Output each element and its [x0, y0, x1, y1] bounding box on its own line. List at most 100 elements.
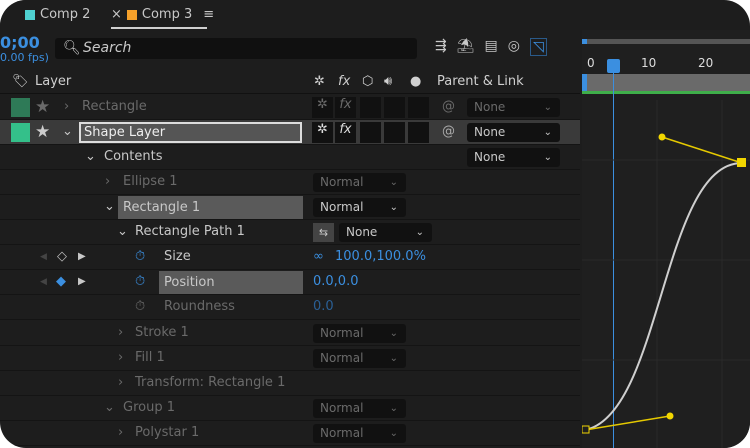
fps-readout: 0.00 fps): [0, 51, 49, 64]
roundness-row[interactable]: ⏱︎ Roundness 0.0: [0, 295, 580, 320]
fx-icon[interactable]: fx: [335, 97, 356, 118]
switch-cell[interactable]: [360, 122, 381, 143]
bezier-handle[interactable]: [666, 412, 674, 420]
chevron-down-icon[interactable]: ⌄: [62, 120, 73, 144]
menu-icon[interactable]: ≡: [203, 7, 214, 22]
close-icon[interactable]: ×: [111, 7, 122, 22]
blend-mode-dropdown[interactable]: Normal ⌄: [313, 424, 406, 443]
chevron-down-icon[interactable]: ⌄: [117, 220, 128, 244]
keyframe-diamond-icon[interactable]: ◇: [57, 245, 67, 269]
rectangle-path-row[interactable]: ⌄ Rectangle Path 1 ⇆ None ⌄: [0, 220, 580, 245]
parent-dropdown[interactable]: None ⌄: [467, 98, 560, 117]
chevron-right-icon[interactable]: ›: [105, 170, 110, 194]
fill-row[interactable]: › Fill 1 Normal ⌄: [0, 346, 580, 371]
chevron-down-icon: ⌄: [543, 102, 552, 113]
switch-cell[interactable]: [360, 97, 381, 118]
switch-cell[interactable]: [384, 97, 405, 118]
frame-blending-icon[interactable]: ▤: [485, 38, 498, 56]
shy-switch-icon[interactable]: ✲: [312, 122, 333, 143]
chevron-right-icon[interactable]: ›: [64, 95, 69, 119]
prev-keyframe-icon[interactable]: ◀: [40, 245, 47, 269]
tab-comp-2[interactable]: Comp 2: [25, 7, 90, 22]
next-keyframe-icon[interactable]: ▶: [78, 245, 86, 269]
chevron-down-icon[interactable]: ⌄: [85, 145, 96, 169]
dropdown-value: None: [474, 150, 506, 164]
path-dropdown[interactable]: None ⌄: [339, 223, 432, 242]
switch-cell[interactable]: [408, 122, 429, 143]
timeline-toolbar: ⇶ ⛱ ▤ ◎ ◹: [435, 38, 547, 56]
rectangle-1-row[interactable]: ⌄ Rectangle 1 Normal ⌄: [0, 195, 580, 220]
fx-icon[interactable]: fx: [335, 122, 356, 143]
ellipse-row[interactable]: › Ellipse 1 Normal ⌄: [0, 170, 580, 195]
chevron-right-icon[interactable]: ›: [118, 346, 123, 370]
keyframe-point[interactable]: [582, 425, 590, 434]
layer-name[interactable]: Rectangle: [82, 95, 147, 119]
label-color[interactable]: [11, 123, 30, 142]
blend-mode-dropdown[interactable]: Normal ⌄: [313, 324, 406, 343]
prop-label: Polystar 1: [135, 425, 200, 440]
stopwatch-icon[interactable]: ⏱︎: [135, 245, 145, 269]
stopwatch-icon[interactable]: ⏱︎: [135, 270, 145, 294]
shy-switch-icon[interactable]: ✲: [312, 97, 333, 118]
graph-editor[interactable]: 0 10 20: [582, 30, 750, 448]
pick-whip-icon[interactable]: @: [442, 95, 455, 119]
dropdown-value: None: [474, 100, 506, 114]
next-keyframe-icon[interactable]: ▶: [78, 270, 86, 294]
search-input[interactable]: 🔍︎ Search: [55, 38, 417, 59]
keyframe-point[interactable]: [737, 158, 746, 167]
bezier-handle[interactable]: [658, 133, 666, 141]
roundness-value[interactable]: 0.0: [313, 295, 334, 319]
star-icon[interactable]: ★: [35, 95, 50, 119]
tab-comp-3[interactable]: × Comp 3 ≡: [111, 7, 214, 22]
pick-whip-icon[interactable]: @: [442, 120, 455, 144]
contents-row[interactable]: ⌄ Contents None ⌄: [0, 145, 580, 170]
chevron-right-icon[interactable]: ›: [118, 321, 123, 345]
contents-label: Contents: [104, 149, 163, 164]
group-row[interactable]: ⌄ Group 1 Normal ⌄: [0, 396, 580, 421]
prop-label[interactable]: Position: [159, 271, 303, 294]
chevron-down-icon[interactable]: ⌄: [104, 396, 115, 420]
stopwatch-icon[interactable]: ⏱︎: [135, 295, 145, 319]
timecode[interactable]: 0;00: [0, 33, 40, 52]
polystar-row[interactable]: › Polystar 1 Normal ⌄: [0, 421, 580, 446]
dropdown-value: Normal: [320, 175, 364, 189]
link-icon[interactable]: ∞: [313, 245, 324, 269]
switch-cell[interactable]: [408, 97, 429, 118]
blend-dropdown[interactable]: None ⌄: [467, 148, 560, 167]
stroke-row[interactable]: › Stroke 1 Normal ⌄: [0, 321, 580, 346]
label-color[interactable]: [11, 98, 30, 117]
parent-dropdown[interactable]: None ⌄: [467, 123, 560, 142]
motion-blur-icon[interactable]: ◎: [508, 38, 520, 56]
layer-column-header[interactable]: Layer: [35, 70, 71, 94]
switch-cell[interactable]: [384, 122, 405, 143]
graph-editor-icon[interactable]: ◹: [529, 38, 547, 56]
active-tab-underline: [111, 27, 207, 29]
size-value[interactable]: 100.0,100.0%: [335, 245, 426, 269]
prop-label: Fill 1: [135, 350, 165, 365]
blend-mode-dropdown[interactable]: Normal ⌄: [313, 198, 406, 217]
position-row[interactable]: ◀ ◆ ▶ ⏱︎ Position 0.0,0.0: [0, 270, 580, 295]
star-icon[interactable]: ★: [35, 120, 50, 144]
chevron-right-icon[interactable]: ›: [118, 421, 123, 445]
keyframe-diamond-icon[interactable]: ◆: [56, 270, 66, 294]
blend-mode-dropdown[interactable]: Normal ⌄: [313, 399, 406, 418]
layer-row-rectangle[interactable]: ★ › Rectangle ✲ fx @ None ⌄: [0, 95, 580, 120]
blend-mode-dropdown[interactable]: Normal ⌄: [313, 173, 406, 192]
speed-curve[interactable]: [584, 162, 743, 431]
prev-keyframe-icon[interactable]: ◀: [40, 270, 47, 294]
chevron-down-icon[interactable]: ⌄: [104, 195, 115, 219]
position-value[interactable]: 0.0,0.0: [313, 270, 358, 294]
composition-flowchart-icon[interactable]: ⇶: [435, 38, 447, 56]
size-row[interactable]: ◀ ◇ ▶ ⏱︎ Size ∞ 100.0,100.0%: [0, 245, 580, 270]
transform-row[interactable]: › Transform: Rectangle 1: [0, 371, 580, 396]
chevron-down-icon: ⌄: [389, 202, 398, 213]
path-direction-icon[interactable]: ⇆: [313, 223, 334, 242]
value-graph[interactable]: [582, 30, 750, 448]
prop-label[interactable]: Rectangle 1: [118, 196, 303, 219]
blend-mode-dropdown[interactable]: Normal ⌄: [313, 349, 406, 368]
chevron-right-icon[interactable]: ›: [118, 371, 123, 395]
layer-row-shape-layer[interactable]: ★ ⌄ Shape Layer ✲ fx @ None ⌄: [0, 120, 580, 145]
search-placeholder: Search: [83, 40, 132, 56]
layer-name-input[interactable]: Shape Layer: [79, 122, 302, 143]
draft-3d-icon[interactable]: ⛱: [457, 38, 475, 56]
